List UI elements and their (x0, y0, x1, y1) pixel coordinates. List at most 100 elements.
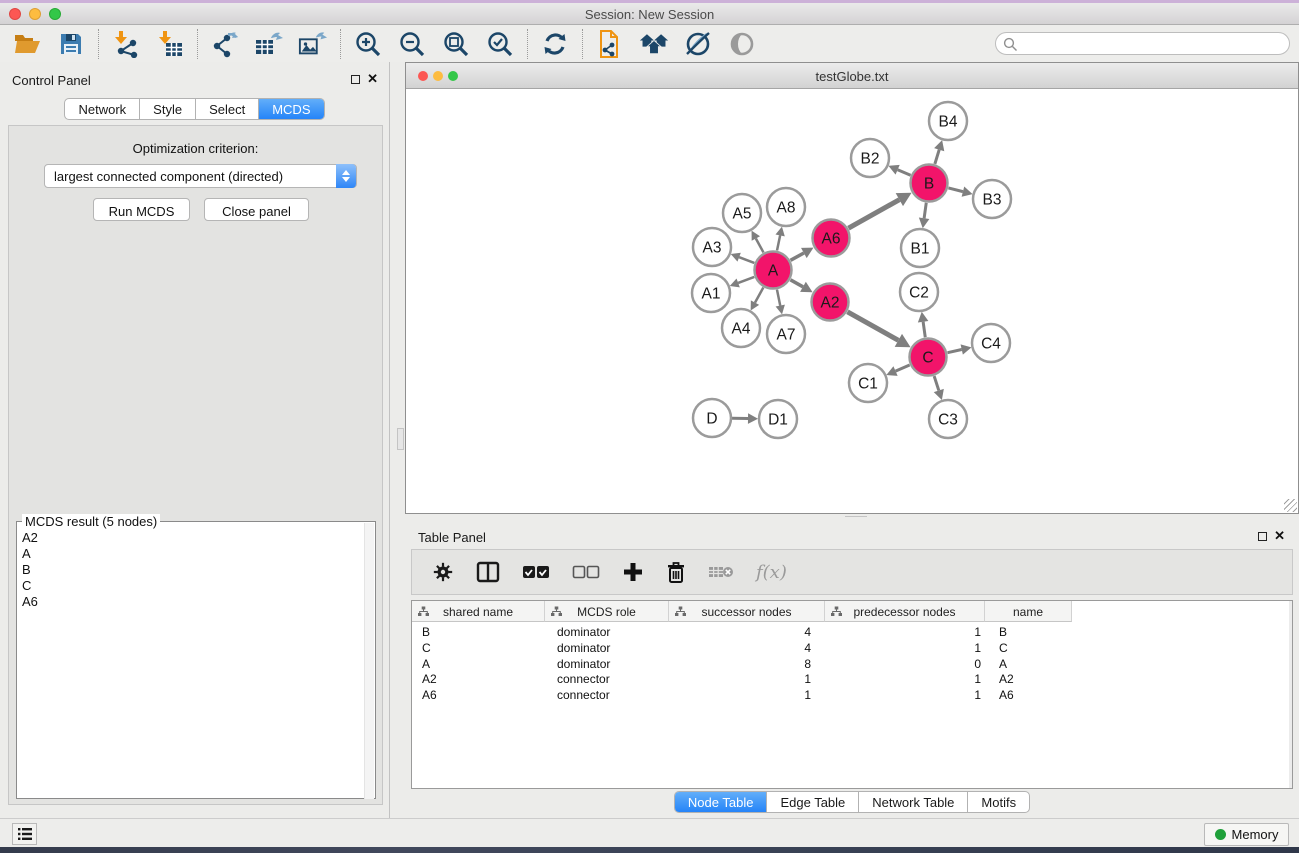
deselect-all-unchecked-icon[interactable] (572, 565, 600, 579)
graph-node-A8[interactable]: A8 (767, 188, 805, 226)
table-cell[interactable]: 1 (669, 671, 825, 687)
table-cell[interactable]: 4 (669, 624, 825, 640)
refresh-layout-icon[interactable] (540, 29, 570, 59)
graph-edge-B-B1[interactable] (924, 203, 926, 218)
graph-edge-A-A7[interactable] (777, 290, 780, 306)
column-header-predecessor-nodes[interactable]: predecessor nodes (825, 601, 985, 622)
graph-node-A1[interactable]: A1 (692, 274, 730, 312)
table-cell[interactable]: A2 (412, 671, 545, 687)
float-panel-icon[interactable] (351, 75, 360, 84)
graph-edge-A-A3[interactable] (739, 257, 754, 263)
graph-node-B4[interactable]: B4 (929, 102, 967, 140)
column-header-MCDS-role[interactable]: MCDS role (545, 601, 669, 622)
graph-edge-C-C3[interactable] (934, 376, 939, 390)
zoom-in-icon[interactable] (353, 29, 383, 59)
import-table-icon[interactable] (155, 29, 185, 59)
search-box[interactable] (995, 32, 1290, 55)
table-cell[interactable]: 1 (825, 624, 985, 640)
memory-button[interactable]: Memory (1204, 823, 1289, 846)
graph-edge-A-A6[interactable] (791, 253, 804, 260)
graph-node-C1[interactable]: C1 (849, 364, 887, 402)
graph-edge-A-A1[interactable] (738, 277, 754, 283)
network-window-titlebar[interactable]: testGlobe.txt (406, 63, 1298, 89)
add-column-icon[interactable] (622, 561, 644, 583)
table-row-A6[interactable]: A6connector11A6 (412, 687, 1072, 703)
graph-edge-B-B3[interactable] (948, 188, 963, 192)
graph-node-C3[interactable]: C3 (929, 400, 967, 438)
mcds-result-item[interactable]: A2 (22, 530, 38, 546)
graph-node-A4[interactable]: A4 (722, 309, 760, 347)
graph-node-A2[interactable]: A2 (812, 284, 849, 321)
table-cell[interactable]: A (412, 656, 545, 672)
zoom-out-icon[interactable] (397, 29, 427, 59)
table-cell[interactable]: C (985, 640, 1072, 656)
tab-node-table[interactable]: Node Table (675, 792, 768, 812)
select-all-checked-icon[interactable] (522, 565, 550, 579)
search-input[interactable] (1022, 34, 1282, 53)
export-image-icon[interactable] (298, 29, 328, 59)
graph-edge-A-A8[interactable] (777, 235, 780, 250)
mcds-scrollbar[interactable] (364, 523, 374, 799)
home-view-icon[interactable] (639, 29, 669, 59)
graph-node-A3[interactable]: A3 (693, 228, 731, 266)
graph-edge-C-C4[interactable] (948, 350, 962, 353)
graph-node-C2[interactable]: C2 (900, 273, 938, 311)
table-cell[interactable]: 8 (669, 656, 825, 672)
graph-node-B2[interactable]: B2 (851, 139, 889, 177)
table-cell[interactable]: dominator (545, 624, 669, 640)
graph-edge-A2-C[interactable] (847, 312, 898, 341)
table-row-C[interactable]: Cdominator41C (412, 640, 1072, 656)
table-cell[interactable]: connector (545, 671, 669, 687)
table-cell[interactable]: B (985, 624, 1072, 640)
table-scrollbar[interactable] (1289, 601, 1292, 788)
vertical-splitter-handle[interactable] (397, 428, 404, 450)
column-header-shared-name[interactable]: shared name (412, 601, 545, 622)
table-cell[interactable]: B (412, 624, 545, 640)
zoom-fit-icon[interactable] (441, 29, 471, 59)
mcds-result-item[interactable]: A (22, 546, 38, 562)
graph-node-A7[interactable]: A7 (767, 315, 805, 353)
export-table-icon[interactable] (254, 29, 284, 59)
graph-node-A[interactable]: A (755, 252, 792, 289)
table-cell[interactable]: dominator (545, 640, 669, 656)
column-layout-icon[interactable] (476, 561, 500, 583)
column-header-successor-nodes[interactable]: successor nodes (669, 601, 825, 622)
tab-motifs[interactable]: Motifs (968, 792, 1029, 812)
float-table-panel-icon[interactable] (1258, 532, 1267, 541)
function-builder-icon[interactable]: f(x) (756, 562, 787, 583)
graph-edge-B-B4[interactable] (935, 150, 939, 164)
vizmapper-icon[interactable] (683, 29, 713, 59)
graph-edge-A-A5[interactable] (756, 238, 764, 252)
settings-gear-icon[interactable] (432, 561, 454, 583)
tab-edge-table[interactable]: Edge Table (767, 792, 859, 812)
graph-node-D1[interactable]: D1 (759, 400, 797, 438)
save-session-icon[interactable] (56, 29, 86, 59)
export-network-icon[interactable] (210, 29, 240, 59)
close-table-panel-icon[interactable]: ✕ (1274, 528, 1285, 544)
tab-network-table[interactable]: Network Table (859, 792, 968, 812)
table-cell[interactable]: 1 (825, 671, 985, 687)
graph-node-A6[interactable]: A6 (813, 220, 850, 257)
window-titlebar[interactable]: Session: New Session (0, 3, 1299, 25)
tab-select[interactable]: Select (196, 99, 259, 119)
graph-node-D[interactable]: D (693, 399, 731, 437)
table-cell[interactable]: 4 (669, 640, 825, 656)
table-cell[interactable]: A2 (985, 671, 1072, 687)
table-cell[interactable]: 0 (825, 656, 985, 672)
table-row-A[interactable]: Adominator80A (412, 656, 1072, 672)
criterion-dropdown[interactable]: largest connected component (directed) (44, 164, 357, 188)
graph-edge-B-B2[interactable] (898, 170, 911, 175)
network-graph[interactable]: B4B2BB3A5A8A6A3B1AA1C2A2A4A7C4CC1DD1C3 (406, 89, 1298, 513)
tab-style[interactable]: Style (140, 99, 196, 119)
table-cell[interactable]: connector (545, 687, 669, 703)
graph-node-B[interactable]: B (911, 165, 948, 202)
graph-node-B1[interactable]: B1 (901, 229, 939, 267)
table-row-A2[interactable]: A2connector11A2 (412, 671, 1072, 687)
table-cell[interactable]: A (985, 656, 1072, 672)
table-cell[interactable]: 1 (669, 687, 825, 703)
graph-edge-C-C2[interactable] (923, 322, 925, 337)
mcds-result-item[interactable]: C (22, 578, 38, 594)
column-header-name[interactable]: name (985, 601, 1072, 622)
close-panel-button[interactable]: Close panel (204, 198, 309, 221)
zoom-selected-icon[interactable] (485, 29, 515, 59)
